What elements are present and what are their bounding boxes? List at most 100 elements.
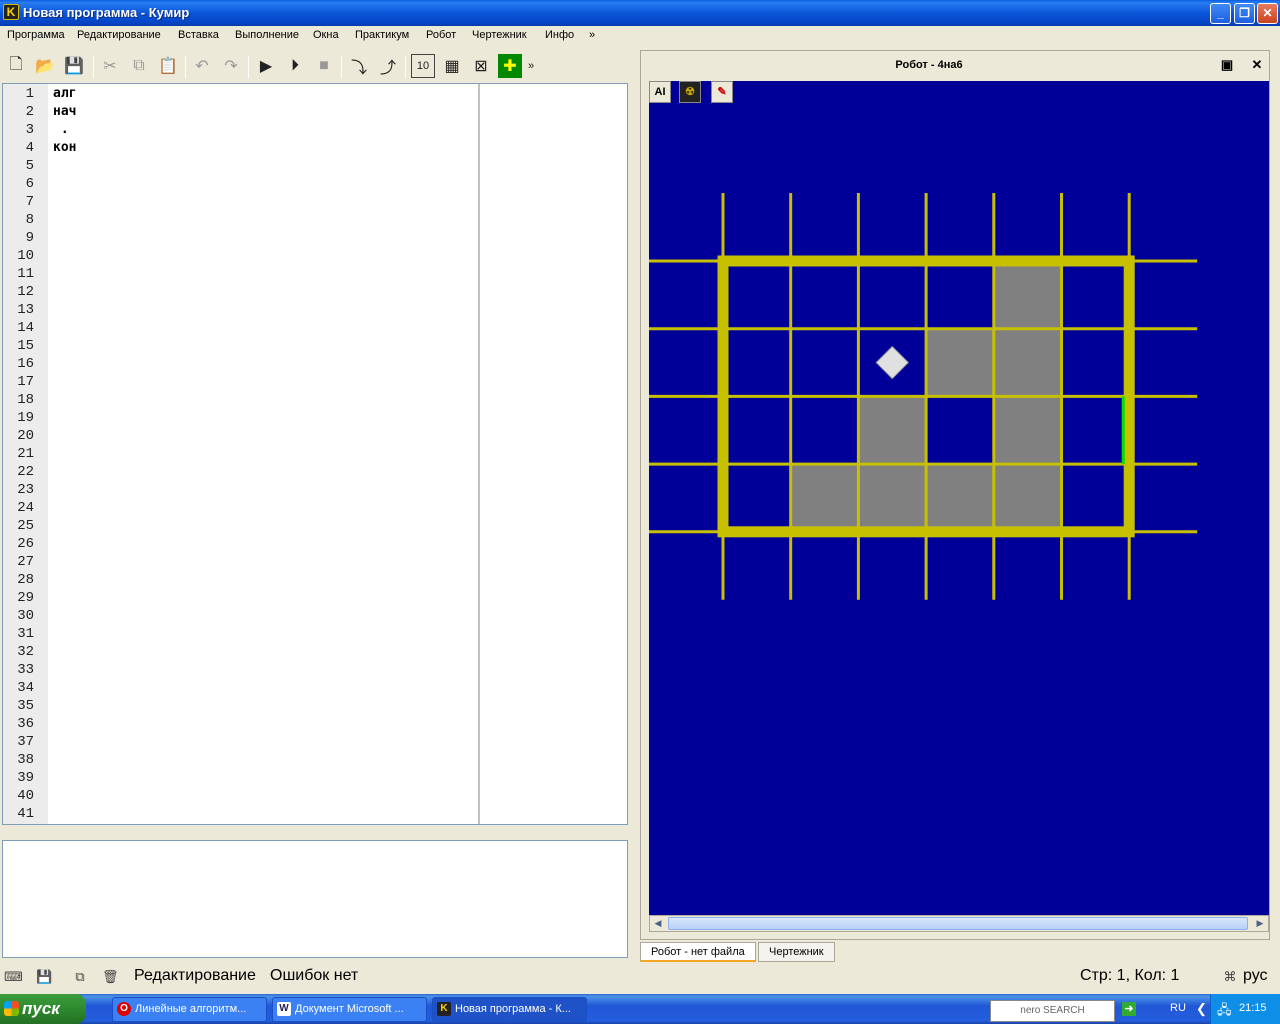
task-word[interactable]: W Документ Microsoft ... bbox=[272, 997, 427, 1022]
line-number: 23 bbox=[17, 482, 34, 498]
line-number: 15 bbox=[17, 338, 34, 354]
console-icon[interactable]: ⌨ bbox=[4, 969, 23, 985]
robot-field-canvas[interactable] bbox=[649, 81, 1269, 916]
nero-search-box[interactable]: nero SEARCH bbox=[990, 1000, 1115, 1022]
output-panel[interactable] bbox=[2, 840, 628, 958]
status-lang: рус bbox=[1243, 967, 1268, 984]
minimize-button[interactable]: _ bbox=[1210, 3, 1231, 24]
line-number: 11 bbox=[17, 266, 34, 282]
line-number: 9 bbox=[25, 230, 34, 246]
scroll-thumb[interactable] bbox=[668, 917, 1248, 930]
menu-windows[interactable]: Окна bbox=[313, 29, 339, 41]
menu-practicum[interactable]: Практикум bbox=[355, 29, 409, 41]
go-arrow-icon[interactable]: ➜ bbox=[1122, 1002, 1136, 1016]
painted-cell bbox=[993, 261, 1062, 329]
close-robot-icon[interactable]: ✕ bbox=[1249, 57, 1265, 73]
painted-cell bbox=[858, 464, 927, 532]
open-folder-icon[interactable]: 📂 bbox=[33, 54, 57, 78]
line-number: 26 bbox=[17, 536, 34, 552]
stop-icon[interactable]: ■ bbox=[312, 54, 336, 78]
step-run-icon[interactable]: ⏵ bbox=[283, 54, 307, 78]
scroll-right-icon[interactable]: ▶ bbox=[1253, 917, 1267, 930]
menu-run[interactable]: Выполнение bbox=[235, 29, 299, 41]
line-number: 24 bbox=[17, 500, 34, 516]
copy-icon[interactable]: ⧉ bbox=[127, 54, 151, 78]
line-number: 38 bbox=[17, 752, 34, 768]
menu-overflow[interactable]: » bbox=[589, 29, 595, 41]
menu-drawer[interactable]: Чертежник bbox=[472, 29, 527, 41]
line-number: 4 bbox=[25, 140, 34, 156]
tab-robot[interactable]: Робот - нет файла bbox=[640, 942, 756, 962]
line-number: 29 bbox=[17, 590, 34, 606]
line-number: 30 bbox=[17, 608, 34, 624]
horizontal-scrollbar[interactable]: ◀ ▶ bbox=[649, 915, 1269, 932]
line-number: 22 bbox=[17, 464, 34, 480]
code-line-3[interactable]: . bbox=[53, 122, 69, 137]
code-line-4[interactable]: кон bbox=[53, 140, 76, 155]
scroll-left-icon[interactable]: ◀ bbox=[651, 917, 665, 930]
toolbar-overflow[interactable]: » bbox=[524, 54, 538, 78]
step-out-icon[interactable]: ⤴ bbox=[376, 54, 400, 78]
line-number: 16 bbox=[17, 356, 34, 372]
tab-drawer[interactable]: Чертежник bbox=[758, 942, 835, 962]
line-number: 20 bbox=[17, 428, 34, 444]
menu-edit[interactable]: Редактирование bbox=[77, 29, 161, 41]
tray-language[interactable]: RU bbox=[1170, 1002, 1186, 1014]
grid-icon[interactable]: ▦ bbox=[440, 54, 464, 78]
line-number: 37 bbox=[17, 734, 34, 750]
word-doc-icon: W bbox=[277, 1002, 291, 1016]
line-number: 32 bbox=[17, 644, 34, 660]
painted-cell bbox=[993, 396, 1062, 465]
system-tray: 🖧 21:15 bbox=[1210, 994, 1280, 1024]
code-line-2[interactable]: нач bbox=[53, 104, 76, 119]
line-number: 25 bbox=[17, 518, 34, 534]
code-line-1[interactable]: алг bbox=[53, 86, 76, 101]
status-position: Стр: 1, Кол: 1 bbox=[1080, 967, 1180, 984]
step-into-icon[interactable]: ⤵ bbox=[347, 54, 371, 78]
robot-icon[interactable]: ⊠ bbox=[469, 54, 493, 78]
robot-window: Робот - 4на6 ▣ ✕ AI ☢ ✎ ◀ ▶ bbox=[640, 50, 1270, 940]
task-kumir[interactable]: K Новая программа - К... bbox=[432, 997, 587, 1022]
ai-icon[interactable]: AI bbox=[649, 81, 671, 103]
margin-divider[interactable] bbox=[478, 84, 480, 824]
trash-icon[interactable]: 🗑 bbox=[102, 969, 119, 985]
status-errors: Ошибок нет bbox=[270, 967, 359, 984]
new-file-icon[interactable]: 🗋 bbox=[4, 54, 28, 78]
drawer-icon[interactable]: ✚ bbox=[498, 54, 522, 78]
undo-icon[interactable]: ↶ bbox=[190, 54, 214, 78]
start-button[interactable]: пуск bbox=[0, 994, 86, 1024]
line-number: 18 bbox=[17, 392, 34, 408]
restore-button[interactable]: ❐ bbox=[1234, 3, 1255, 24]
clock: 21:15 bbox=[1239, 1002, 1267, 1014]
save-icon[interactable]: 💾 bbox=[62, 54, 86, 78]
close-button[interactable]: ✕ bbox=[1257, 3, 1278, 24]
windows-logo-icon bbox=[4, 1001, 19, 1016]
paste-icon[interactable]: 📋 bbox=[156, 54, 180, 78]
menu-robot[interactable]: Робот bbox=[426, 29, 456, 41]
task-opera[interactable]: O Линейные алгоритм... bbox=[112, 997, 267, 1022]
float-window-icon[interactable]: ▣ bbox=[1219, 57, 1235, 73]
robot-field[interactable]: AI ☢ ✎ bbox=[649, 81, 1269, 966]
edit-pen-icon[interactable]: ✎ bbox=[711, 81, 733, 103]
line-number: 3 bbox=[25, 122, 34, 138]
save-output-icon[interactable]: 💾 bbox=[36, 969, 52, 985]
cut-icon[interactable]: ✂ bbox=[98, 54, 122, 78]
line-number: 28 bbox=[17, 572, 34, 588]
code-editor[interactable]: 1 2 3 4 5 6 7 8 9 10 11 12 13 14 15 16 17 18 19 20 21 22 23 24 2… bbox=[2, 83, 628, 825]
copy-output-icon[interactable]: ⧉ bbox=[72, 969, 88, 985]
menu-info[interactable]: Инфо bbox=[545, 29, 574, 41]
line-number: 36 bbox=[17, 716, 34, 732]
numbers-icon[interactable]: 10 bbox=[411, 54, 435, 78]
painted-cell bbox=[790, 464, 859, 532]
menu-insert[interactable]: Вставка bbox=[178, 29, 219, 41]
line-number: 2 bbox=[25, 104, 34, 120]
line-number: 12 bbox=[17, 284, 34, 300]
menu-program[interactable]: Программа bbox=[7, 29, 65, 41]
redo-icon[interactable]: ↷ bbox=[219, 54, 243, 78]
title-bar: K Новая программа - Кумир _ ❐ ✕ bbox=[0, 0, 1280, 26]
network-icon[interactable]: 🖧 bbox=[1217, 1001, 1232, 1023]
run-icon[interactable]: ▶ bbox=[254, 54, 278, 78]
tray-expand-icon[interactable]: ❮ bbox=[1196, 1001, 1207, 1017]
radiation-icon[interactable]: ☢ bbox=[679, 81, 701, 103]
line-number: 41 bbox=[17, 806, 34, 822]
